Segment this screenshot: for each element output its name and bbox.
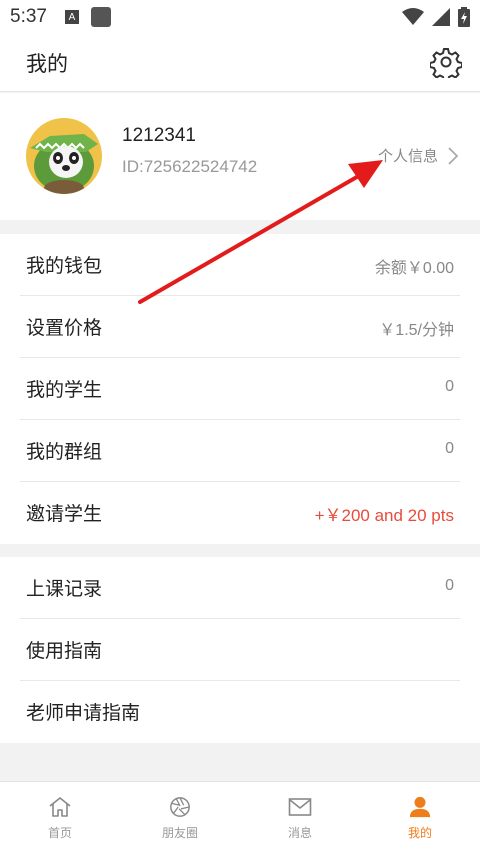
- notification-a-icon: A: [64, 10, 79, 24]
- tab-home[interactable]: 首页: [0, 782, 120, 853]
- menu-group-help: 上课记录 0 使用指南 老师申请指南: [0, 557, 480, 743]
- wifi-icon: [402, 8, 424, 25]
- tab-moments[interactable]: 朋友圈: [120, 782, 240, 853]
- row-label: 邀请学生: [26, 503, 103, 525]
- tab-label: 首页: [47, 826, 72, 840]
- set-price-row[interactable]: 设置价格 ￥1.5/分钟: [0, 296, 480, 358]
- tab-mine[interactable]: 我的: [360, 782, 480, 853]
- user-id: ID:725622524742: [122, 157, 258, 176]
- tab-label: 消息: [287, 826, 312, 840]
- tab-label: 我的: [407, 826, 432, 840]
- battery-icon: [458, 7, 470, 27]
- page-title: 我的: [26, 52, 68, 76]
- avatar[interactable]: [26, 118, 102, 194]
- tab-messages[interactable]: 消息: [240, 782, 360, 853]
- row-label: 上课记录: [26, 578, 103, 600]
- invite-reward: +￥200 and 20 pts: [314, 506, 454, 525]
- wallet-balance: 余额￥0.00: [374, 260, 454, 277]
- mail-icon: [288, 798, 312, 816]
- tab-label: 朋友圈: [161, 826, 198, 840]
- row-label: 我的群组: [26, 441, 103, 463]
- page-header: 我的: [0, 34, 480, 92]
- signal-icon: [432, 8, 450, 26]
- price-value: ￥1.5/分钟: [379, 322, 454, 339]
- menu-group-account: 我的钱包 余额￥0.00 设置价格 ￥1.5/分钟 我的学生 0 我的群组 0 …: [0, 234, 480, 544]
- chevron-right-icon: [448, 146, 458, 165]
- teacher-application-guide-row[interactable]: 老师申请指南: [0, 681, 480, 743]
- gear-icon[interactable]: [430, 46, 462, 78]
- my-groups-row[interactable]: 我的群组 0: [0, 420, 480, 482]
- status-bar: 5:37 A: [0, 0, 480, 34]
- invite-students-row[interactable]: 邀请学生 +￥200 and 20 pts: [0, 482, 480, 544]
- home-icon: [49, 797, 71, 817]
- groups-count: 0: [445, 440, 454, 457]
- person-icon: [409, 796, 431, 818]
- profile-card[interactable]: 1212341 ID:725622524742 个人信息: [0, 93, 480, 220]
- personal-info-label: 个人信息: [377, 147, 438, 165]
- personal-info-link[interactable]: 个人信息: [378, 145, 458, 166]
- students-count: 0: [445, 378, 454, 395]
- row-label: 老师申请指南: [26, 702, 141, 724]
- camera-aperture-icon: [170, 797, 190, 817]
- row-label: 我的钱包: [26, 255, 103, 277]
- notification-app-icon: [90, 7, 111, 27]
- bottom-tab-bar: 首页 朋友圈 消息 我的: [0, 781, 480, 853]
- username: 1212341: [122, 125, 196, 146]
- wallet-row[interactable]: 我的钱包 余额￥0.00: [0, 234, 480, 296]
- row-label: 设置价格: [26, 317, 103, 339]
- row-label: 使用指南: [26, 640, 103, 662]
- status-time: 5:37: [10, 6, 47, 27]
- records-count: 0: [445, 577, 454, 594]
- user-guide-row[interactable]: 使用指南: [0, 619, 480, 681]
- class-records-row[interactable]: 上课记录 0: [0, 557, 480, 619]
- my-students-row[interactable]: 我的学生 0: [0, 358, 480, 420]
- row-label: 我的学生: [26, 379, 103, 401]
